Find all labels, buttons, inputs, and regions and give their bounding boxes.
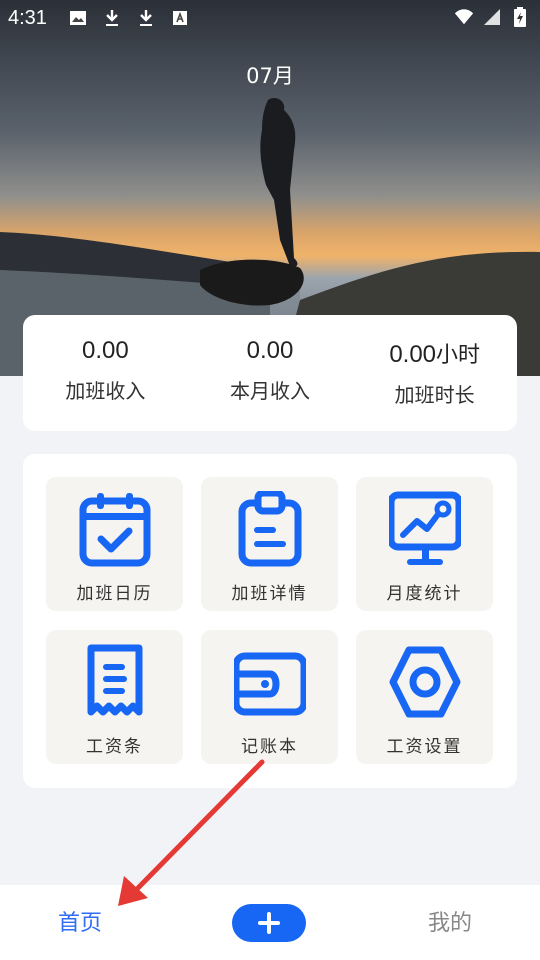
stat-overtime-income: 0.00 加班收入 [23, 315, 188, 431]
stat-unit: 小时 [436, 343, 481, 368]
calendar-icon [79, 491, 151, 567]
tile-overtime-details[interactable]: 加班详情 [201, 477, 338, 611]
tile-label: 工资设置 [386, 737, 463, 757]
receipt-icon [79, 644, 151, 720]
stat-label: 加班收入 [65, 379, 146, 403]
tile-label: 加班日历 [76, 584, 153, 604]
nav-home[interactable]: 首页 [58, 905, 102, 937]
tile-monthly-stats[interactable]: 月度统计 [356, 477, 493, 611]
tile-account-book[interactable]: 记账本 [201, 630, 338, 764]
tile-payslip[interactable]: 工资条 [46, 630, 183, 764]
signal-icon [482, 7, 502, 27]
settings-hex-icon [389, 644, 461, 720]
stats-card: 0.00 加班收入 0.00 本月收入 0.00小时 加班时长 [23, 315, 517, 431]
download-icon [136, 8, 156, 28]
battery-icon [510, 7, 530, 27]
bottom-nav: 首页 我的 [0, 885, 540, 960]
image-icon [68, 8, 88, 28]
stat-label: 本月收入 [230, 379, 310, 403]
stat-value: 0.00 [389, 341, 437, 368]
text-a-icon [170, 8, 190, 28]
feature-grid: 加班日历 加班详情 月度统计 工资条 记账本 工资设置 [23, 454, 517, 788]
wallet-icon [232, 644, 308, 720]
tile-salary-settings[interactable]: 工资设置 [356, 630, 493, 764]
tile-overtime-calendar[interactable]: 加班日历 [46, 477, 183, 611]
status-bar: 4:31 [0, 0, 540, 36]
download-icon [102, 8, 122, 28]
tile-label: 加班详情 [231, 584, 308, 604]
add-button[interactable] [232, 904, 306, 942]
stat-overtime-hours: 0.00小时 加班时长 [352, 315, 517, 431]
tile-label: 记账本 [241, 737, 298, 757]
tile-label: 工资条 [86, 737, 143, 757]
stat-value: 0.00 [81, 337, 129, 364]
plus-icon [267, 912, 271, 934]
clipboard-icon [234, 489, 306, 567]
status-time: 4:31 [8, 7, 47, 29]
stat-value: 0.00 [246, 337, 294, 364]
nav-mine[interactable]: 我的 [428, 905, 472, 937]
tile-label: 月度统计 [386, 584, 463, 604]
wifi-icon [454, 7, 474, 27]
stat-label: 加班时长 [394, 383, 475, 407]
month-title[interactable]: 07月 [0, 60, 540, 90]
stat-month-income: 0.00 本月收入 [188, 315, 353, 431]
chart-board-icon [387, 491, 463, 567]
